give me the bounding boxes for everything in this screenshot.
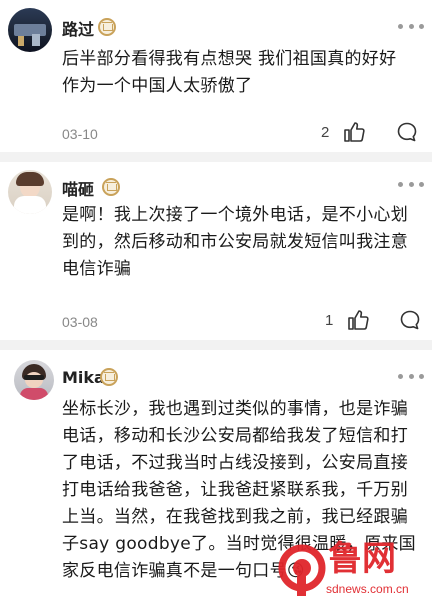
comment-text: 是啊！我上次接了一个境外电话，是不小心划到的，然后移动和市公安局就发短信叫我注意… xyxy=(62,205,408,279)
reply-bubble-icon[interactable] xyxy=(398,308,422,332)
username[interactable]: Mika xyxy=(62,368,105,387)
more-options-icon[interactable] xyxy=(398,182,424,188)
reply-bubble-icon[interactable] xyxy=(395,120,419,144)
vip-badge-icon xyxy=(100,368,118,386)
comment-card: 喵砸 是啊！我上次接了一个境外电话，是不小心划到的，然后移动和市公安局就发短信叫… xyxy=(0,162,432,340)
username[interactable]: 路过 xyxy=(62,16,94,40)
comment-text: 后半部分看得我有点想哭 我们祖国真的好好 作为一个中国人太骄傲了 xyxy=(62,49,397,96)
divider xyxy=(0,340,432,350)
thumbs-up-icon[interactable] xyxy=(346,308,370,332)
comment-date: 03-08 xyxy=(62,314,98,330)
avatar[interactable] xyxy=(8,8,52,52)
avatar[interactable] xyxy=(8,170,52,214)
more-options-icon[interactable] xyxy=(398,374,424,380)
divider xyxy=(0,152,432,162)
thumbs-up-icon[interactable] xyxy=(342,120,366,144)
site-watermark: 鲁网 sdnews.com.cn xyxy=(276,538,426,602)
more-options-icon[interactable] xyxy=(398,24,424,30)
logo-swirl-icon xyxy=(278,544,326,596)
vip-badge-icon xyxy=(102,178,120,196)
like-count: 2 xyxy=(321,124,330,141)
avatar[interactable] xyxy=(14,360,54,400)
site-url: sdnews.com.cn xyxy=(326,582,409,596)
comment-date: 03-10 xyxy=(62,126,98,142)
comment-card: 路过 后半部分看得我有点想哭 我们祖国真的好好 作为一个中国人太骄傲了 03-1… xyxy=(0,0,432,160)
like-count: 1 xyxy=(325,312,334,329)
vip-badge-icon xyxy=(98,18,116,36)
username[interactable]: 喵砸 xyxy=(62,176,94,200)
logo-text: 鲁网 xyxy=(328,539,396,579)
